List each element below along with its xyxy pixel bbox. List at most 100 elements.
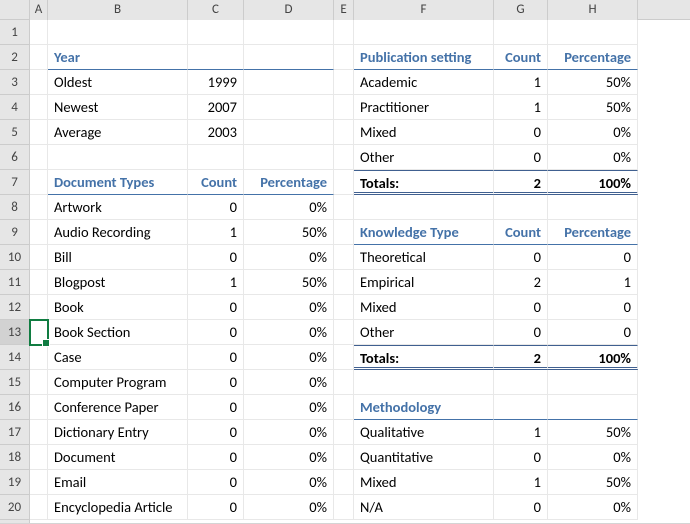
pubset-pct[interactable]: 0% — [548, 145, 638, 170]
cell[interactable] — [334, 195, 354, 220]
knowtype-pct-hdr[interactable]: Percentage — [548, 220, 638, 245]
doctype-count[interactable]: 0 — [188, 370, 244, 395]
row-header-6[interactable]: 6 — [0, 145, 29, 170]
cell[interactable] — [494, 20, 548, 45]
cell[interactable] — [334, 170, 354, 195]
cell[interactable] — [188, 145, 244, 170]
cell[interactable] — [548, 395, 638, 420]
cell[interactable] — [30, 120, 48, 145]
cell[interactable] — [30, 495, 48, 520]
row-header-1[interactable]: 1 — [0, 20, 29, 45]
cell[interactable] — [244, 45, 334, 70]
select-all-corner[interactable] — [0, 0, 30, 20]
cell[interactable] — [334, 70, 354, 95]
methodology-count[interactable]: 0 — [494, 495, 548, 520]
doctype-label[interactable]: Book — [48, 295, 188, 320]
doctype-count[interactable]: 0 — [188, 195, 244, 220]
row-header-12[interactable]: 12 — [0, 295, 29, 320]
doctype-count[interactable]: 0 — [188, 395, 244, 420]
cell[interactable] — [334, 270, 354, 295]
pubset-label[interactable]: Mixed — [354, 120, 494, 145]
grid[interactable]: Year Publication setting Count Percentag… — [30, 20, 690, 523]
year-label[interactable]: Newest — [48, 95, 188, 120]
doctype-label[interactable]: Audio Recording — [48, 220, 188, 245]
doctype-count[interactable]: 0 — [188, 445, 244, 470]
row-header-7[interactable]: 7 — [0, 170, 29, 195]
row-header-2[interactable]: 2 — [0, 45, 29, 70]
cell[interactable] — [494, 370, 548, 395]
cell[interactable] — [30, 45, 48, 70]
doctype-label[interactable]: Document — [48, 445, 188, 470]
pubset-count[interactable]: 0 — [494, 120, 548, 145]
doctype-label[interactable]: Dictionary Entry — [48, 420, 188, 445]
doctypes-title[interactable]: Document Types — [48, 170, 188, 195]
doctype-pct[interactable]: 0% — [244, 320, 334, 345]
year-value[interactable]: 1999 — [188, 70, 244, 95]
knowtype-totals-pct[interactable]: 100% — [548, 345, 638, 370]
methodology-pct[interactable]: 0% — [548, 495, 638, 520]
cell[interactable] — [30, 420, 48, 445]
row-header-14[interactable]: 14 — [0, 345, 29, 370]
pubset-totals-pct[interactable]: 100% — [548, 170, 638, 195]
knowtype-count[interactable]: 0 — [494, 295, 548, 320]
cell[interactable] — [244, 120, 334, 145]
cell[interactable] — [30, 220, 48, 245]
cell[interactable] — [334, 445, 354, 470]
year-value[interactable]: 2003 — [188, 120, 244, 145]
col-header-D[interactable]: D — [244, 0, 334, 20]
pubset-count[interactable]: 1 — [494, 70, 548, 95]
methodology-label[interactable]: Mixed — [354, 470, 494, 495]
doctype-count[interactable]: 0 — [188, 470, 244, 495]
doctype-count[interactable]: 1 — [188, 220, 244, 245]
pubset-label[interactable]: Academic — [354, 70, 494, 95]
row-header-19[interactable]: 19 — [0, 470, 29, 495]
cell[interactable] — [30, 145, 48, 170]
knowtype-pct[interactable]: 0 — [548, 245, 638, 270]
cell[interactable] — [334, 395, 354, 420]
cell[interactable] — [334, 245, 354, 270]
methodology-label[interactable]: Quantitative — [354, 445, 494, 470]
cell[interactable] — [334, 495, 354, 520]
cell[interactable] — [548, 20, 638, 45]
cell[interactable] — [334, 345, 354, 370]
doctype-label[interactable]: Email — [48, 470, 188, 495]
doctype-pct[interactable]: 0% — [244, 495, 334, 520]
methodology-label[interactable]: Qualitative — [354, 420, 494, 445]
doctype-label[interactable]: Computer Program — [48, 370, 188, 395]
cell[interactable] — [244, 95, 334, 120]
cell[interactable] — [334, 220, 354, 245]
cell[interactable] — [30, 295, 48, 320]
knowtype-totals-count[interactable]: 2 — [494, 345, 548, 370]
col-header-H[interactable]: H — [548, 0, 638, 20]
knowtype-label[interactable]: Other — [354, 320, 494, 345]
pubset-count[interactable]: 1 — [494, 95, 548, 120]
cell[interactable] — [30, 445, 48, 470]
cell[interactable] — [354, 195, 494, 220]
knowtype-count-hdr[interactable]: Count — [494, 220, 548, 245]
doctype-count[interactable]: 0 — [188, 295, 244, 320]
fill-handle-icon[interactable] — [42, 339, 50, 347]
knowtype-title[interactable]: Knowledge Type — [354, 220, 494, 245]
methodology-count[interactable]: 0 — [494, 445, 548, 470]
doctype-label[interactable]: Blogpost — [48, 270, 188, 295]
cell[interactable] — [48, 145, 188, 170]
methodology-title[interactable]: Methodology — [354, 395, 494, 420]
doctype-label[interactable]: Case — [48, 345, 188, 370]
cell[interactable] — [334, 95, 354, 120]
doctype-label[interactable]: Conference Paper — [48, 395, 188, 420]
knowtype-label[interactable]: Empirical — [354, 270, 494, 295]
cell[interactable] — [30, 470, 48, 495]
cell[interactable] — [334, 20, 354, 45]
pubset-totals-label[interactable]: Totals: — [354, 170, 494, 195]
doctype-pct[interactable]: 0% — [244, 295, 334, 320]
cell[interactable] — [354, 20, 494, 45]
cell[interactable] — [334, 470, 354, 495]
methodology-pct[interactable]: 50% — [548, 470, 638, 495]
row-header-15[interactable]: 15 — [0, 370, 29, 395]
cell[interactable] — [244, 145, 334, 170]
row-header-16[interactable]: 16 — [0, 395, 29, 420]
pubset-count[interactable]: 0 — [494, 145, 548, 170]
year-label[interactable]: Average — [48, 120, 188, 145]
year-title[interactable]: Year — [48, 45, 188, 70]
doctype-count[interactable]: 1 — [188, 270, 244, 295]
